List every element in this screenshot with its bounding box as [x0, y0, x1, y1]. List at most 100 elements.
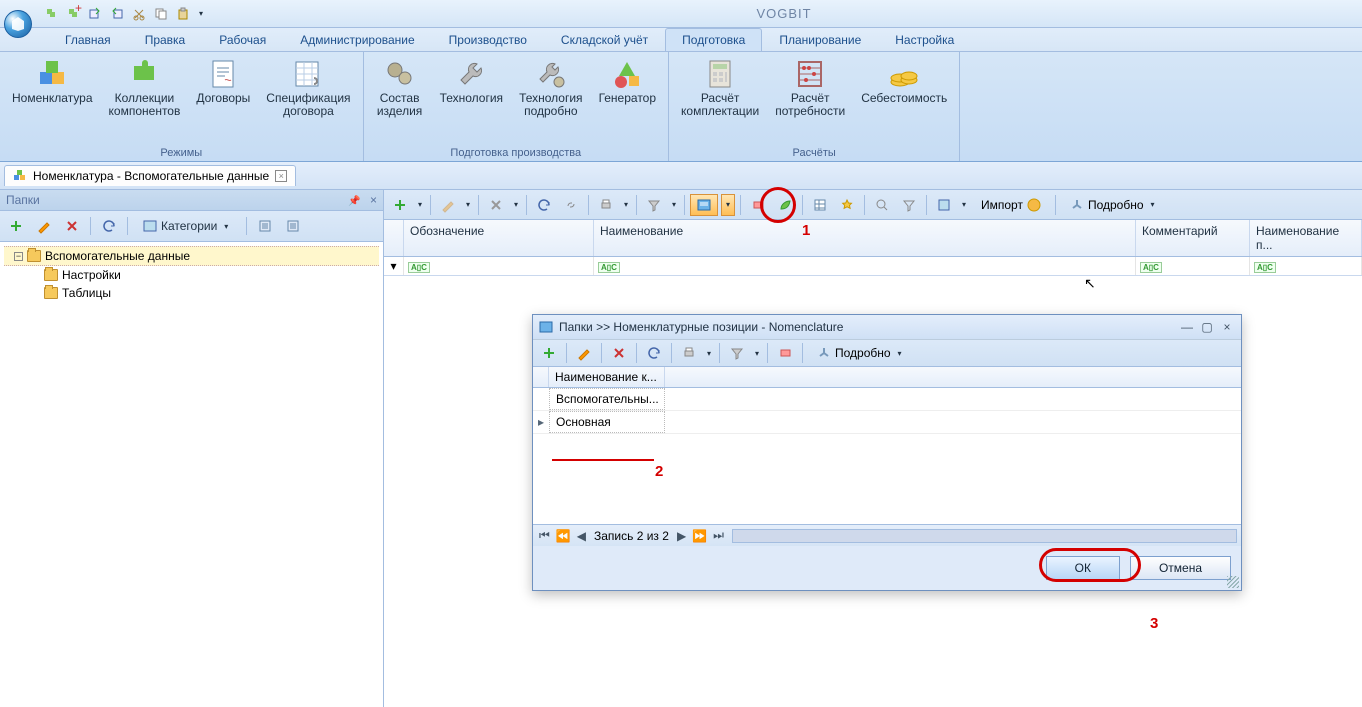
folders-selector-button[interactable]: [690, 194, 718, 216]
print-dropdown-icon[interactable]: ▾: [704, 349, 714, 358]
add-icon[interactable]: [4, 215, 28, 237]
filter-handle-icon[interactable]: ▾: [384, 257, 404, 275]
window-icon[interactable]: [932, 194, 956, 216]
filter-dropdown-icon[interactable]: ▾: [669, 200, 679, 209]
edit-icon[interactable]: [572, 342, 596, 364]
btn-contract-spec[interactable]: Спецификация договора: [260, 56, 356, 145]
print-icon[interactable]: [594, 194, 618, 216]
qat-export-icon[interactable]: [86, 5, 104, 23]
dialog-titlebar[interactable]: Папки >> Номенклатурные позиции - Nomenc…: [533, 315, 1241, 339]
tab-edit[interactable]: Правка: [128, 28, 203, 51]
qat-overflow-icon[interactable]: ▾: [196, 5, 206, 23]
tab-preparation[interactable]: Подготовка: [665, 28, 762, 51]
close-icon[interactable]: ×: [275, 170, 287, 182]
minimize-icon[interactable]: —: [1179, 320, 1195, 334]
nav-first-icon[interactable]: ⏮: [537, 528, 552, 543]
btn-calc-demand[interactable]: Расчёт потребности: [769, 56, 851, 145]
tab-admin[interactable]: Администрирование: [283, 28, 431, 51]
btn-generator[interactable]: Генератор: [593, 56, 662, 145]
edit-icon[interactable]: [436, 194, 460, 216]
col-oboznachenie[interactable]: Обозначение: [404, 220, 594, 256]
cancel-button[interactable]: Отмена: [1130, 556, 1231, 580]
delete-icon[interactable]: [607, 342, 631, 364]
delete-dropdown-icon[interactable]: ▾: [511, 200, 521, 209]
categories-dropdown[interactable]: Категории ▾: [134, 216, 240, 236]
btn-nomenclature[interactable]: Номенклатура: [6, 56, 99, 145]
nav-nextpage-icon[interactable]: ⏩: [690, 529, 709, 543]
edit-dropdown-icon[interactable]: ▾: [463, 200, 473, 209]
edit-icon[interactable]: [32, 215, 56, 237]
print-icon[interactable]: [677, 342, 701, 364]
btn-product-structure[interactable]: Состав изделия: [370, 56, 430, 145]
nav-next-icon[interactable]: ▶: [675, 529, 688, 543]
nav-prev-icon[interactable]: ◀: [575, 529, 588, 543]
btn-calc-complect[interactable]: Расчёт комплектации: [675, 56, 765, 145]
filter-oboznachenie[interactable]: A▯C: [404, 257, 594, 275]
details-button[interactable]: Подробно ▾: [1061, 194, 1167, 216]
tab-settings[interactable]: Настройка: [878, 28, 971, 51]
tree-expand-icon[interactable]: [281, 215, 305, 237]
close-icon[interactable]: ×: [1219, 320, 1235, 334]
pin-icon[interactable]: 📌: [348, 196, 360, 207]
tab-work[interactable]: Рабочая: [202, 28, 283, 51]
qat-paste-icon[interactable]: [174, 5, 192, 23]
maximize-icon[interactable]: ▢: [1199, 320, 1215, 334]
filter-kommentariy[interactable]: A▯C: [1136, 257, 1250, 275]
tab-production[interactable]: Производство: [432, 28, 544, 51]
tree-node-aux-data[interactable]: − Вспомогательные данные: [4, 246, 379, 266]
btn-cost[interactable]: Себестоимость: [855, 56, 953, 145]
tab-home[interactable]: Главная: [48, 28, 128, 51]
app-orb-icon[interactable]: [4, 10, 32, 38]
btn-technology-detailed[interactable]: Технология подробно: [513, 56, 589, 145]
folders-dropdown-icon[interactable]: ▾: [721, 194, 735, 216]
tree-collapse-icon[interactable]: [253, 215, 277, 237]
table-icon[interactable]: [808, 194, 832, 216]
horizontal-scrollbar[interactable]: [732, 529, 1237, 543]
dialog-col-naimenovanie-k[interactable]: Наименование к...: [549, 367, 665, 387]
nav-last-icon[interactable]: ⏭: [711, 528, 726, 543]
cart-icon[interactable]: [773, 342, 797, 364]
filter-funnel-icon[interactable]: [725, 342, 749, 364]
filter-naimenovanie-p[interactable]: A▯C: [1250, 257, 1362, 275]
refresh-icon[interactable]: [642, 342, 666, 364]
search-icon[interactable]: [870, 194, 894, 216]
link-icon[interactable]: [559, 194, 583, 216]
qat-import-icon[interactable]: [108, 5, 126, 23]
dialog-details-button[interactable]: Подробно ▾: [808, 342, 914, 364]
import-button[interactable]: Импорт: [972, 194, 1050, 216]
dialog-row-aux[interactable]: Вспомогательны...: [533, 388, 1241, 411]
filter-funnel-icon[interactable]: [642, 194, 666, 216]
add-dropdown-icon[interactable]: ▾: [415, 200, 425, 209]
print-dropdown-icon[interactable]: ▾: [621, 200, 631, 209]
delete-icon[interactable]: [60, 215, 84, 237]
nav-prevpage-icon[interactable]: ⏪: [554, 529, 573, 543]
delete-icon[interactable]: [484, 194, 508, 216]
qat-copy-icon[interactable]: [152, 5, 170, 23]
btn-component-collections[interactable]: Коллекции компонентов: [103, 56, 187, 145]
col-kommentariy[interactable]: Комментарий: [1136, 220, 1250, 256]
star-icon[interactable]: [835, 194, 859, 216]
refresh-icon[interactable]: [532, 194, 556, 216]
filter-icon[interactable]: [897, 194, 921, 216]
tree-node-settings[interactable]: Настройки: [4, 266, 379, 284]
tab-warehouse[interactable]: Складской учёт: [544, 28, 665, 51]
add-icon[interactable]: [537, 342, 561, 364]
qat-cut-icon[interactable]: [130, 5, 148, 23]
filter-dropdown-icon[interactable]: ▾: [752, 349, 762, 358]
dialog-row-main[interactable]: ▸ Основная: [533, 411, 1241, 434]
tab-planning[interactable]: Планирование: [762, 28, 878, 51]
filter-naimenovanie[interactable]: A▯C: [594, 257, 1136, 275]
collapse-icon[interactable]: −: [14, 252, 23, 261]
refresh-icon[interactable]: [97, 215, 121, 237]
col-naimenovanie-p[interactable]: Наименование п...: [1250, 220, 1362, 256]
btn-contracts[interactable]: Договоры: [190, 56, 256, 145]
window-dropdown-icon[interactable]: ▾: [959, 200, 969, 209]
qat-plugin-icon[interactable]: [42, 5, 60, 23]
col-naimenovanie[interactable]: Наименование: [594, 220, 1136, 256]
tree-node-tables[interactable]: Таблицы: [4, 284, 379, 302]
close-panel-icon[interactable]: ×: [370, 193, 377, 207]
btn-technology[interactable]: Технология: [434, 56, 510, 145]
resize-grip-icon[interactable]: [1227, 576, 1239, 588]
qat-add-plugin-icon[interactable]: +: [64, 5, 82, 23]
add-icon[interactable]: [388, 194, 412, 216]
